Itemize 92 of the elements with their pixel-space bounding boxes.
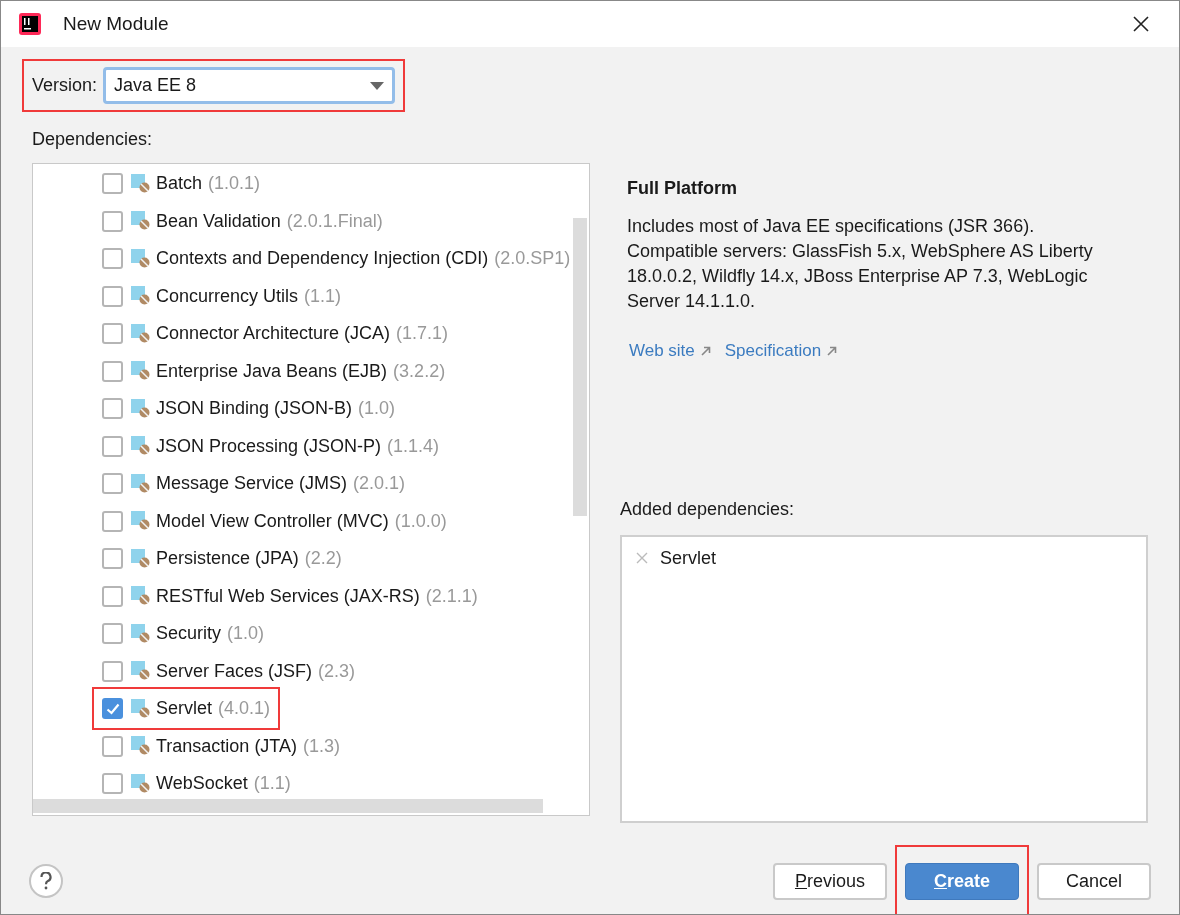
plugin-icon bbox=[131, 586, 151, 607]
check-icon bbox=[105, 702, 120, 715]
dialog-button[interactable]: Cancel bbox=[1037, 862, 1151, 900]
dependency-version: (1.1.4) bbox=[387, 434, 440, 458]
window-title: New Module bbox=[63, 11, 169, 36]
dependency-name: WebSocket bbox=[156, 772, 248, 796]
plugin-icon bbox=[131, 286, 151, 307]
dependency-version: (1.0) bbox=[358, 397, 396, 421]
dependency-name: Servlet bbox=[156, 697, 213, 721]
plugin-icon bbox=[131, 548, 151, 569]
dependency-name: JSON Binding (JSON-B) bbox=[156, 397, 353, 421]
dependency-version: (2.0.1) bbox=[353, 472, 406, 496]
dependency-version: (4.0.1) bbox=[218, 697, 271, 721]
dependency-version: (1.1) bbox=[304, 284, 342, 308]
plugin-icon bbox=[131, 323, 151, 344]
dependency-name: Server Faces (JSF) bbox=[156, 659, 313, 683]
plugin-icon bbox=[131, 661, 151, 682]
plugin-icon bbox=[131, 248, 151, 269]
dependency-version: (2.2) bbox=[304, 547, 342, 571]
checkbox[interactable] bbox=[102, 585, 123, 607]
dependency-version: (1.7.1) bbox=[396, 322, 449, 346]
dependency-version: (3.2.2) bbox=[393, 359, 446, 383]
external-link[interactable]: Web site bbox=[628, 338, 711, 364]
dependency-version: (2.0.1.Final) bbox=[286, 209, 383, 233]
close-icon bbox=[1133, 16, 1149, 32]
dependency-name: Message Service (JMS) bbox=[156, 472, 348, 496]
checkbox[interactable] bbox=[102, 173, 123, 195]
checkbox[interactable] bbox=[102, 360, 123, 382]
plugin-icon bbox=[131, 398, 151, 419]
details-description: Includes most of Java EE specifications (JSR 366). Compatible servers: GlassFish 5.x, WebSphere AS Liberty 18.0.0.2, Wildfly 14.x, JBoss Enterprise AP 7.3, WebLogic Server 14.1.1.0. bbox=[626, 215, 1094, 313]
dependency-name: Concurrency Utils bbox=[156, 284, 299, 308]
plugin-icon bbox=[131, 773, 151, 794]
plugin-icon bbox=[131, 698, 151, 719]
version-label: Version: bbox=[32, 74, 98, 97]
dependency-version: (2.1.1) bbox=[425, 584, 478, 608]
dependency-name: Model View Controller (MVC) bbox=[156, 509, 389, 533]
checkbox[interactable] bbox=[102, 248, 123, 270]
vertical-scrollbar[interactable] bbox=[572, 218, 587, 516]
plugin-icon bbox=[131, 623, 151, 644]
plugin-icon bbox=[131, 511, 151, 532]
dialog-button[interactable]: Create bbox=[905, 862, 1019, 900]
dependency-version: (2.0.SP1) bbox=[494, 247, 571, 271]
checkbox[interactable] bbox=[102, 623, 123, 645]
dependency-name: Bean Validation bbox=[156, 209, 281, 233]
checkbox[interactable] bbox=[102, 548, 123, 570]
checkbox[interactable] bbox=[102, 210, 123, 232]
plugin-icon bbox=[131, 173, 151, 194]
added-dependency: Servlet bbox=[659, 546, 716, 570]
dependency-name: Security bbox=[156, 622, 222, 646]
plugin-icon bbox=[131, 211, 151, 232]
checkbox[interactable] bbox=[102, 435, 123, 457]
remove-icon[interactable] bbox=[635, 552, 648, 564]
external-arrow-icon bbox=[700, 345, 711, 356]
dependency-version: (2.3) bbox=[318, 659, 356, 683]
dependency-name: Connector Architecture (JCA) bbox=[156, 322, 391, 346]
checkbox[interactable] bbox=[102, 773, 123, 795]
plugin-icon bbox=[131, 361, 151, 382]
caret-icon bbox=[370, 81, 385, 90]
checkbox[interactable] bbox=[102, 398, 123, 420]
dependency-version: (1.1) bbox=[253, 772, 291, 796]
checkbox[interactable] bbox=[102, 735, 123, 757]
dependency-version: (1.0) bbox=[227, 622, 265, 646]
external-link[interactable]: Specification bbox=[724, 338, 838, 364]
dependency-name: Batch bbox=[156, 172, 203, 196]
checkbox[interactable] bbox=[102, 660, 123, 682]
details-title: Full Platform bbox=[626, 177, 738, 200]
horizontal-scrollbar[interactable] bbox=[33, 799, 543, 813]
checkbox[interactable] bbox=[102, 285, 123, 307]
dependency-name: RESTful Web Services (JAX-RS) bbox=[156, 584, 420, 608]
dependency-name: JSON Processing (JSON-P) bbox=[156, 434, 382, 458]
dependency-name: Transaction (JTA) bbox=[156, 734, 298, 758]
checkbox[interactable] bbox=[102, 698, 123, 720]
checkbox[interactable] bbox=[102, 323, 123, 345]
help-icon bbox=[40, 872, 52, 890]
help-button[interactable] bbox=[29, 864, 63, 898]
checkbox[interactable] bbox=[102, 510, 123, 532]
version-dropdown[interactable]: Java EE 8 bbox=[103, 67, 396, 104]
dependency-name: Enterprise Java Beans (EJB) bbox=[156, 359, 388, 383]
dialog-button[interactable]: Previous bbox=[773, 862, 887, 900]
app-logo-icon bbox=[19, 13, 41, 35]
dependency-name: Persistence (JPA) bbox=[156, 547, 299, 571]
dependency-version: (1.0.1) bbox=[208, 172, 261, 196]
plugin-icon bbox=[131, 473, 151, 494]
plugin-icon bbox=[131, 436, 151, 457]
dependency-name: Contexts and Dependency Injection (CDI) bbox=[156, 247, 489, 271]
plugin-icon bbox=[131, 736, 151, 757]
external-arrow-icon bbox=[827, 345, 838, 356]
dependencies-label: Dependencies: bbox=[32, 128, 154, 151]
dependency-version: (1.3) bbox=[303, 734, 341, 758]
added-dependencies-label: Added dependencies: bbox=[619, 497, 796, 521]
dependency-version: (1.0.0) bbox=[394, 509, 447, 533]
checkbox[interactable] bbox=[102, 473, 123, 495]
